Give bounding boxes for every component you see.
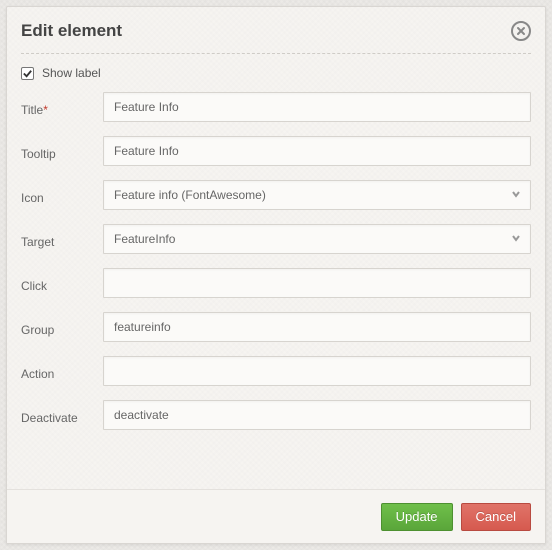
label-click: Click <box>21 273 103 293</box>
title-input[interactable] <box>103 92 531 122</box>
chevron-down-icon <box>510 232 522 247</box>
row-group: Group <box>21 312 531 342</box>
show-label-text: Show label <box>42 66 101 80</box>
action-input[interactable] <box>103 356 531 386</box>
label-deactivate: Deactivate <box>21 405 103 425</box>
deactivate-input[interactable] <box>103 400 531 430</box>
icon-select-value: Feature info (FontAwesome) <box>114 188 266 202</box>
required-mark: * <box>43 103 48 117</box>
close-icon <box>516 26 526 36</box>
row-title: Title* <box>21 92 531 122</box>
check-icon <box>22 68 33 79</box>
icon-select[interactable]: Feature info (FontAwesome) <box>103 180 531 210</box>
click-input[interactable] <box>103 268 531 298</box>
edit-element-dialog: Edit element Show label <box>6 6 546 544</box>
dialog-header: Edit element <box>21 21 531 54</box>
dialog-title: Edit element <box>21 21 122 41</box>
label-title: Title* <box>21 97 103 117</box>
close-button[interactable] <box>511 21 531 41</box>
label-tooltip: Tooltip <box>21 141 103 161</box>
chevron-down-icon <box>510 188 522 203</box>
row-deactivate: Deactivate <box>21 400 531 430</box>
row-tooltip: Tooltip <box>21 136 531 166</box>
row-target: Target FeatureInfo <box>21 224 531 254</box>
label-title-text: Title <box>21 103 43 117</box>
row-click: Click <box>21 268 531 298</box>
update-button[interactable]: Update <box>381 503 453 531</box>
dialog-scroll-area[interactable]: Edit element Show label <box>7 7 545 489</box>
row-icon: Icon Feature info (FontAwesome) <box>21 180 531 210</box>
label-target: Target <box>21 229 103 249</box>
show-label-checkbox[interactable] <box>21 67 34 80</box>
label-action: Action <box>21 361 103 381</box>
cancel-button[interactable]: Cancel <box>461 503 531 531</box>
target-select[interactable]: FeatureInfo <box>103 224 531 254</box>
modal-backdrop: Edit element Show label <box>0 0 552 550</box>
dialog-footer: Update Cancel <box>7 489 545 543</box>
target-select-value: FeatureInfo <box>114 232 175 246</box>
tooltip-input[interactable] <box>103 136 531 166</box>
group-input[interactable] <box>103 312 531 342</box>
label-icon: Icon <box>21 185 103 205</box>
show-label-row: Show label <box>21 66 531 80</box>
row-action: Action <box>21 356 531 386</box>
label-group: Group <box>21 317 103 337</box>
